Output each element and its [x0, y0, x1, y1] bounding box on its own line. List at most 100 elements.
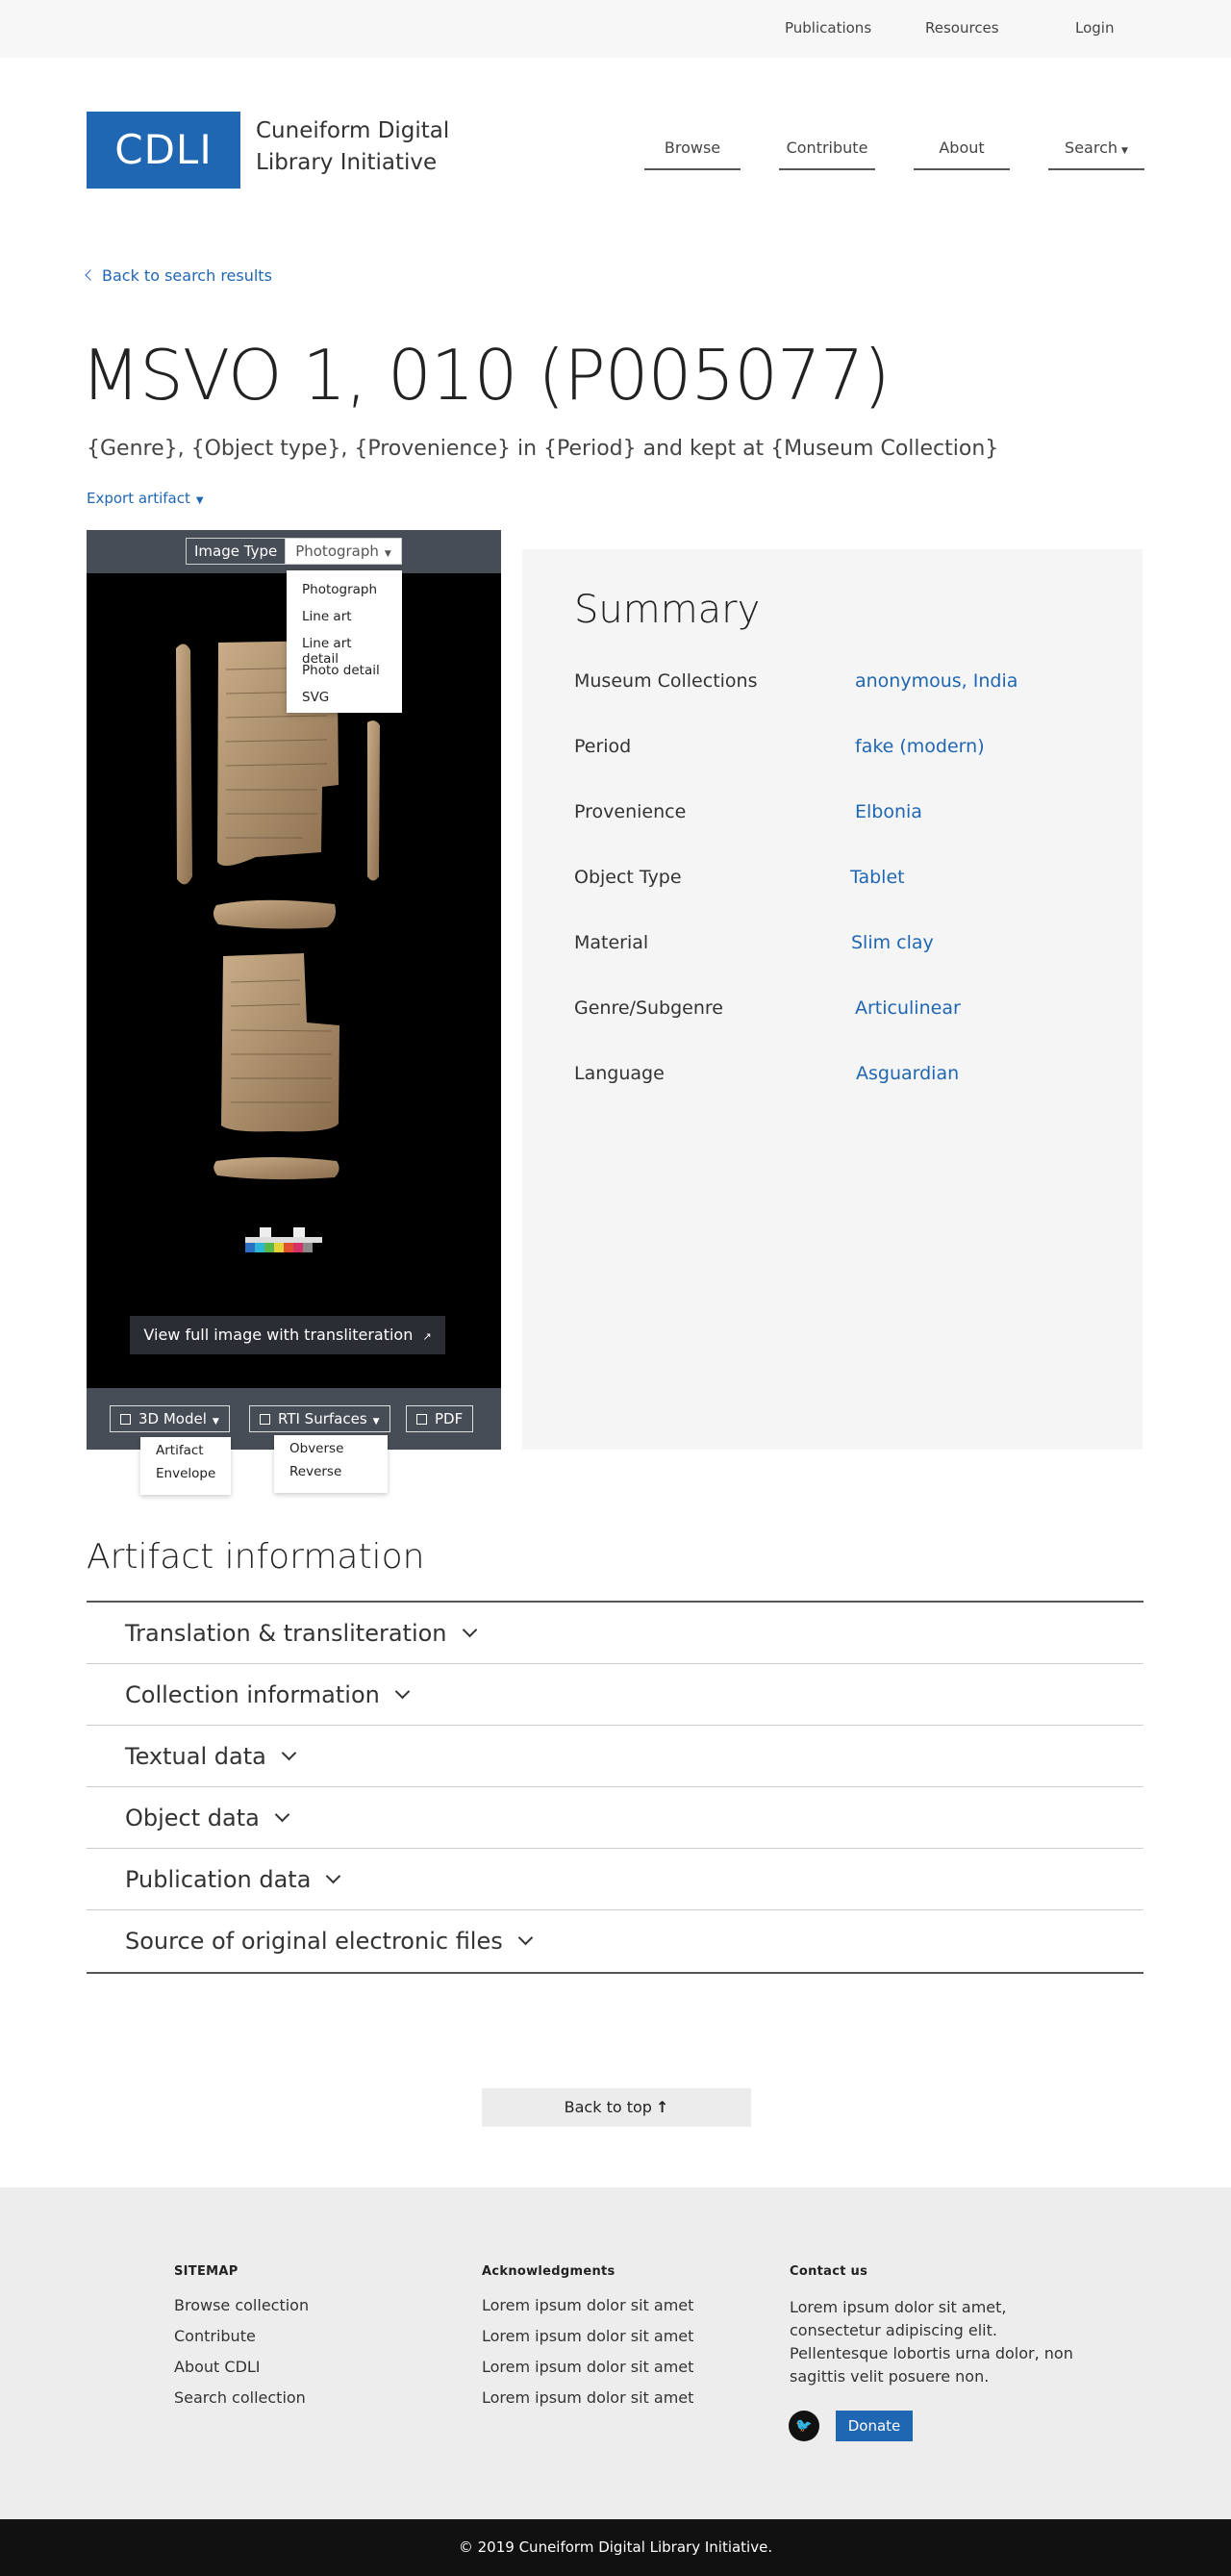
- nav-search[interactable]: Search ▼: [1048, 139, 1144, 170]
- chevron-down-icon: [281, 1745, 297, 1761]
- accordion-source-files[interactable]: Source of original electronic files: [87, 1910, 1143, 1972]
- site-footer: SITEMAP Browse collection Contribute Abo…: [0, 2187, 1231, 2519]
- pdf-button[interactable]: PDF: [406, 1405, 474, 1432]
- footer-link[interactable]: Lorem ipsum dolor sit amet: [482, 2388, 693, 2419]
- accordion-translation[interactable]: Translation & transliteration: [87, 1603, 1143, 1664]
- topbar-resources-link[interactable]: Resources: [925, 19, 999, 37]
- rti-surfaces-button[interactable]: RTI Surfaces ▼: [249, 1405, 390, 1432]
- topbar-login-link[interactable]: Login: [1075, 19, 1114, 37]
- site-name[interactable]: Cuneiform Digital Library Initiative: [256, 115, 449, 179]
- caret-down-icon: ▼: [372, 1417, 380, 1427]
- pdf-label: PDF: [435, 1410, 464, 1427]
- summary-row-museum: Museum Collections anonymous, India: [574, 670, 1113, 709]
- footer-link[interactable]: About CDLI: [174, 2358, 309, 2388]
- 3d-model-label: 3D Model: [138, 1410, 207, 1427]
- site-name-line1: Cuneiform Digital: [256, 118, 450, 143]
- top-bar: Publications Resources Login: [0, 0, 1231, 58]
- footer-link[interactable]: Search collection: [174, 2388, 309, 2419]
- summary-value-link[interactable]: Articulinear: [855, 998, 961, 1019]
- image-type-option-line-art[interactable]: Line art: [287, 605, 402, 632]
- image-type-option-line-art-detail[interactable]: Line art detail: [287, 632, 402, 667]
- footer-acknowledgments: Acknowledgments Lorem ipsum dolor sit am…: [482, 2264, 693, 2419]
- caret-down-icon: ▼: [1121, 146, 1128, 156]
- accordion-label: Source of original electronic files: [125, 1928, 503, 1955]
- chevron-down-icon: [462, 1622, 477, 1638]
- summary-key: Provenience: [574, 801, 687, 822]
- accordion-textual[interactable]: Textual data: [87, 1726, 1143, 1787]
- back-link-label: Back to search results: [102, 266, 272, 285]
- image-type-value[interactable]: Photograph ▼: [286, 539, 401, 564]
- footer-link[interactable]: Lorem ipsum dolor sit amet: [482, 2327, 693, 2358]
- chevron-down-icon: [326, 1868, 341, 1884]
- rti-option-obverse[interactable]: Obverse: [274, 1441, 388, 1464]
- summary-row-period: Period fake (modern): [574, 736, 1113, 774]
- rti-surfaces-menu: Obverse Reverse: [274, 1435, 388, 1493]
- accordion-collection[interactable]: Collection information: [87, 1664, 1143, 1726]
- footer-link[interactable]: Lorem ipsum dolor sit amet: [482, 2296, 693, 2327]
- export-label: Export artifact: [87, 490, 190, 507]
- accordion-object[interactable]: Object data: [87, 1787, 1143, 1849]
- topbar-publications-link[interactable]: Publications: [785, 19, 871, 37]
- chevron-left-icon: [85, 269, 96, 281]
- image-type-select[interactable]: Image Type Photograph ▼: [186, 538, 402, 565]
- image-type-option-photo-detail[interactable]: Photo detail: [287, 659, 402, 686]
- accordion-label: Translation & transliteration: [125, 1620, 447, 1647]
- rti-label: RTI Surfaces: [278, 1410, 367, 1427]
- nav-contribute[interactable]: Contribute: [779, 139, 875, 170]
- summary-value-link[interactable]: fake (modern): [855, 736, 985, 757]
- summary-key: Genre/Subgenre: [574, 998, 723, 1019]
- caret-down-icon: ▼: [384, 549, 391, 559]
- summary-key: Material: [574, 932, 649, 953]
- twitter-icon[interactable]: 🐦: [789, 2411, 819, 2441]
- footer-contact-text: Lorem ipsum dolor sit amet, consectetur …: [790, 2298, 1073, 2386]
- back-to-top-label: Back to top: [564, 2098, 652, 2116]
- back-to-top-button[interactable]: Back to top ↑: [482, 2088, 751, 2127]
- summary-title: Summary: [574, 588, 761, 632]
- accordion-label: Publication data: [125, 1866, 312, 1893]
- footer-sitemap: SITEMAP Browse collection Contribute Abo…: [174, 2264, 309, 2419]
- export-artifact-dropdown[interactable]: Export artifact ▼: [87, 490, 204, 507]
- footer-link[interactable]: Lorem ipsum dolor sit amet: [482, 2358, 693, 2388]
- image-type-label: Image Type: [187, 539, 287, 564]
- footer-link[interactable]: Browse collection: [174, 2296, 309, 2327]
- summary-value-link[interactable]: anonymous, India: [855, 670, 1017, 692]
- accordion-label: Collection information: [125, 1681, 380, 1708]
- caret-down-icon: ▼: [195, 495, 204, 506]
- page-title: MSVO 1, 010 (P005077): [81, 335, 891, 416]
- view-full-label: View full image with transliteration: [143, 1326, 414, 1344]
- summary-row-genre: Genre/Subgenre Articulinear: [574, 998, 1113, 1036]
- 3d-model-button[interactable]: 3D Model ▼: [110, 1405, 230, 1432]
- footer-contact: Contact us Lorem ipsum dolor sit amet, c…: [790, 2264, 1078, 2388]
- external-link-icon: [260, 1414, 270, 1425]
- footer-link[interactable]: Contribute: [174, 2327, 309, 2358]
- image-type-option-photograph[interactable]: Photograph: [287, 578, 402, 605]
- summary-value-link[interactable]: Slim clay: [851, 932, 934, 953]
- 3d-model-option-artifact[interactable]: Artifact: [140, 1443, 231, 1466]
- image-type-menu: Photograph Line art Line art detail Phot…: [287, 570, 402, 713]
- artifact-subtitle: {Genre}, {Object type}, {Provenience} in…: [87, 437, 999, 461]
- back-to-results-link[interactable]: Back to search results: [85, 266, 272, 285]
- summary-key: Object Type: [574, 867, 682, 888]
- view-full-image-button[interactable]: View full image with transliteration ↗: [130, 1316, 445, 1354]
- caret-down-icon: ▼: [212, 1417, 219, 1427]
- cdli-logo[interactable]: CDLI: [87, 112, 240, 189]
- rti-option-reverse[interactable]: Reverse: [274, 1464, 388, 1487]
- nav-browse[interactable]: Browse: [644, 139, 741, 170]
- image-type-option-svg[interactable]: SVG: [287, 686, 402, 713]
- summary-value-link[interactable]: Tablet: [850, 867, 905, 888]
- summary-panel: Summary Museum Collections anonymous, In…: [522, 549, 1143, 1450]
- accordion-publication[interactable]: Publication data: [87, 1849, 1143, 1910]
- chevron-down-icon: [274, 1806, 290, 1823]
- external-link-icon: [416, 1414, 427, 1425]
- summary-key: Museum Collections: [574, 670, 758, 692]
- summary-value-link[interactable]: Elbonia: [855, 801, 922, 822]
- footer-heading: SITEMAP: [174, 2264, 239, 2279]
- summary-value-link[interactable]: Asguardian: [856, 1063, 959, 1084]
- nav-about[interactable]: About: [914, 139, 1010, 170]
- artifact-information-title: Artifact information: [87, 1537, 425, 1577]
- 3d-model-option-envelope[interactable]: Envelope: [140, 1466, 231, 1489]
- donate-button[interactable]: Donate: [836, 2411, 913, 2441]
- image-viewer: Image Type Photograph ▼ View full image …: [87, 530, 501, 1450]
- 3d-model-menu: Artifact Envelope: [140, 1437, 231, 1495]
- external-link-icon: ↗: [422, 1330, 432, 1343]
